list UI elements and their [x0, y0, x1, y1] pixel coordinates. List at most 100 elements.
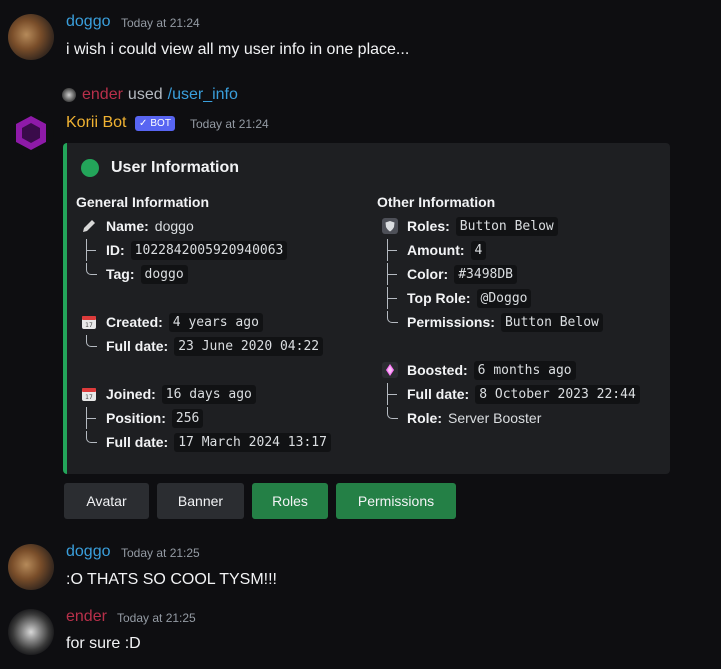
field-joined: 17 Joined: 16 days ago: [80, 383, 256, 405]
embed-title: User Information: [111, 159, 240, 176]
green-circle-icon: [81, 159, 99, 177]
field-key: Full date:: [407, 386, 470, 402]
pencil-icon: [80, 217, 98, 235]
field-key: Name:: [106, 218, 149, 234]
tree-branch: [381, 383, 399, 405]
field-value: doggo: [140, 264, 188, 284]
message-text: :O THATS SO COOL TYSM!!!: [66, 571, 277, 588]
field-key: Position:: [106, 410, 166, 426]
nitro-gem-icon: [381, 361, 399, 379]
field-permissions: Permissions: Button Below: [381, 311, 603, 333]
field-key: Created:: [106, 314, 163, 330]
field-id: ID: 1022842005920940063: [80, 239, 288, 261]
field-key: Amount:: [407, 242, 465, 258]
calendar-icon: 17: [80, 385, 98, 403]
field-value: Button Below: [455, 216, 558, 236]
korii-logo-icon: [16, 116, 46, 150]
timestamp: Today at 21:25: [121, 546, 200, 560]
field-key: Role:: [407, 410, 442, 426]
field-key: ID:: [106, 242, 125, 258]
tree-branch-end: [381, 407, 399, 429]
tree-branch-end: [80, 263, 98, 285]
other-info-heading: Other Information: [377, 194, 496, 210]
username-doggo[interactable]: doggo: [66, 13, 111, 31]
field-boosted: Boosted: 6 months ago: [381, 359, 576, 381]
command-used-label: used: [127, 86, 163, 103]
field-created: 17 Created: 4 years ago: [80, 311, 263, 333]
message-text: for sure :D: [66, 635, 141, 652]
field-boost-full-date: Full date: 8 October 2023 22:44: [381, 383, 640, 405]
avatar-ender[interactable]: [8, 609, 54, 655]
field-booster-role: Role: Server Booster: [381, 407, 541, 429]
permissions-button[interactable]: Permissions: [336, 483, 456, 519]
avatar-doggo[interactable]: [8, 544, 54, 590]
field-value: 17 March 2024 13:17: [174, 432, 331, 452]
field-key: Permissions:: [407, 314, 495, 330]
field-value: 1022842005920940063: [130, 240, 288, 260]
bot-badge: ✓ BOT: [135, 116, 175, 131]
field-value: doggo: [154, 218, 194, 234]
field-tag: Tag: doggo: [80, 263, 188, 285]
field-key: Top Role:: [407, 290, 471, 306]
command-reply-line: ender used /user_info: [62, 86, 238, 104]
field-key: Joined:: [106, 386, 156, 402]
field-value: Server Booster: [448, 410, 542, 426]
command-name[interactable]: /user_info: [168, 86, 238, 104]
tree-branch: [381, 263, 399, 285]
tree-branch: [381, 239, 399, 261]
field-value: @Doggo: [476, 288, 532, 308]
field-top-role: Top Role: @Doggo: [381, 287, 532, 309]
timestamp: Today at 21:24: [190, 117, 269, 131]
field-key: Roles:: [407, 218, 450, 234]
embed-title-row: User Information: [81, 159, 239, 177]
field-created-full-date: Full date: 23 June 2020 04:22: [80, 335, 324, 357]
field-value: 256: [171, 408, 204, 428]
tree-branch: [80, 407, 98, 429]
general-info-heading: General Information: [76, 194, 210, 210]
calendar-icon: 17: [80, 313, 98, 331]
svg-text:17: 17: [85, 394, 93, 401]
command-user[interactable]: ender: [82, 86, 123, 104]
username-ender[interactable]: ender: [66, 608, 107, 626]
field-value: Button Below: [500, 312, 603, 332]
avatar-button[interactable]: Avatar: [64, 483, 149, 519]
tree-branch-end: [80, 431, 98, 453]
timestamp: Today at 21:25: [117, 611, 196, 625]
field-key: Boosted:: [407, 362, 468, 378]
field-value: 4: [470, 240, 487, 260]
field-value: 8 October 2023 22:44: [475, 384, 640, 404]
banner-button[interactable]: Banner: [157, 483, 244, 519]
field-value: 4 years ago: [168, 312, 263, 332]
field-color: Color: #3498DB: [381, 263, 518, 285]
field-amount: Amount: 4: [381, 239, 487, 261]
field-value: 23 June 2020 04:22: [174, 336, 324, 356]
field-value: 6 months ago: [473, 360, 576, 380]
field-name: Name: doggo: [80, 215, 194, 237]
field-position: Position: 256: [80, 407, 204, 429]
field-value: 16 days ago: [161, 384, 256, 404]
field-key: Tag:: [106, 266, 135, 282]
field-key: Full date:: [106, 338, 169, 354]
roles-button[interactable]: Roles: [252, 483, 328, 519]
tree-branch-end: [80, 335, 98, 357]
svg-text:17: 17: [85, 322, 93, 329]
field-roles: Roles: Button Below: [381, 215, 558, 237]
verified-check-icon: ✓: [139, 118, 148, 129]
avatar-doggo[interactable]: [8, 14, 54, 60]
tree-branch-end: [381, 311, 399, 333]
username-doggo[interactable]: doggo: [66, 543, 111, 561]
avatar-korii-bot[interactable]: [8, 110, 54, 156]
tree-branch: [381, 287, 399, 309]
ender-mini-avatar-icon: [62, 88, 76, 102]
bot-badge-label: BOT: [150, 118, 171, 129]
field-value: #3498DB: [454, 264, 518, 284]
tree-branch: [80, 239, 98, 261]
user-info-embed: User Information General Information Nam…: [63, 143, 670, 474]
field-key: Color:: [407, 266, 449, 282]
message-text: i wish i could view all my user info in …: [66, 41, 410, 58]
timestamp: Today at 21:24: [121, 16, 200, 30]
shield-icon: [381, 217, 399, 235]
username-korii-bot[interactable]: Korii Bot: [66, 114, 126, 132]
field-joined-full-date: Full date: 17 March 2024 13:17: [80, 431, 331, 453]
field-key: Full date:: [106, 434, 169, 450]
